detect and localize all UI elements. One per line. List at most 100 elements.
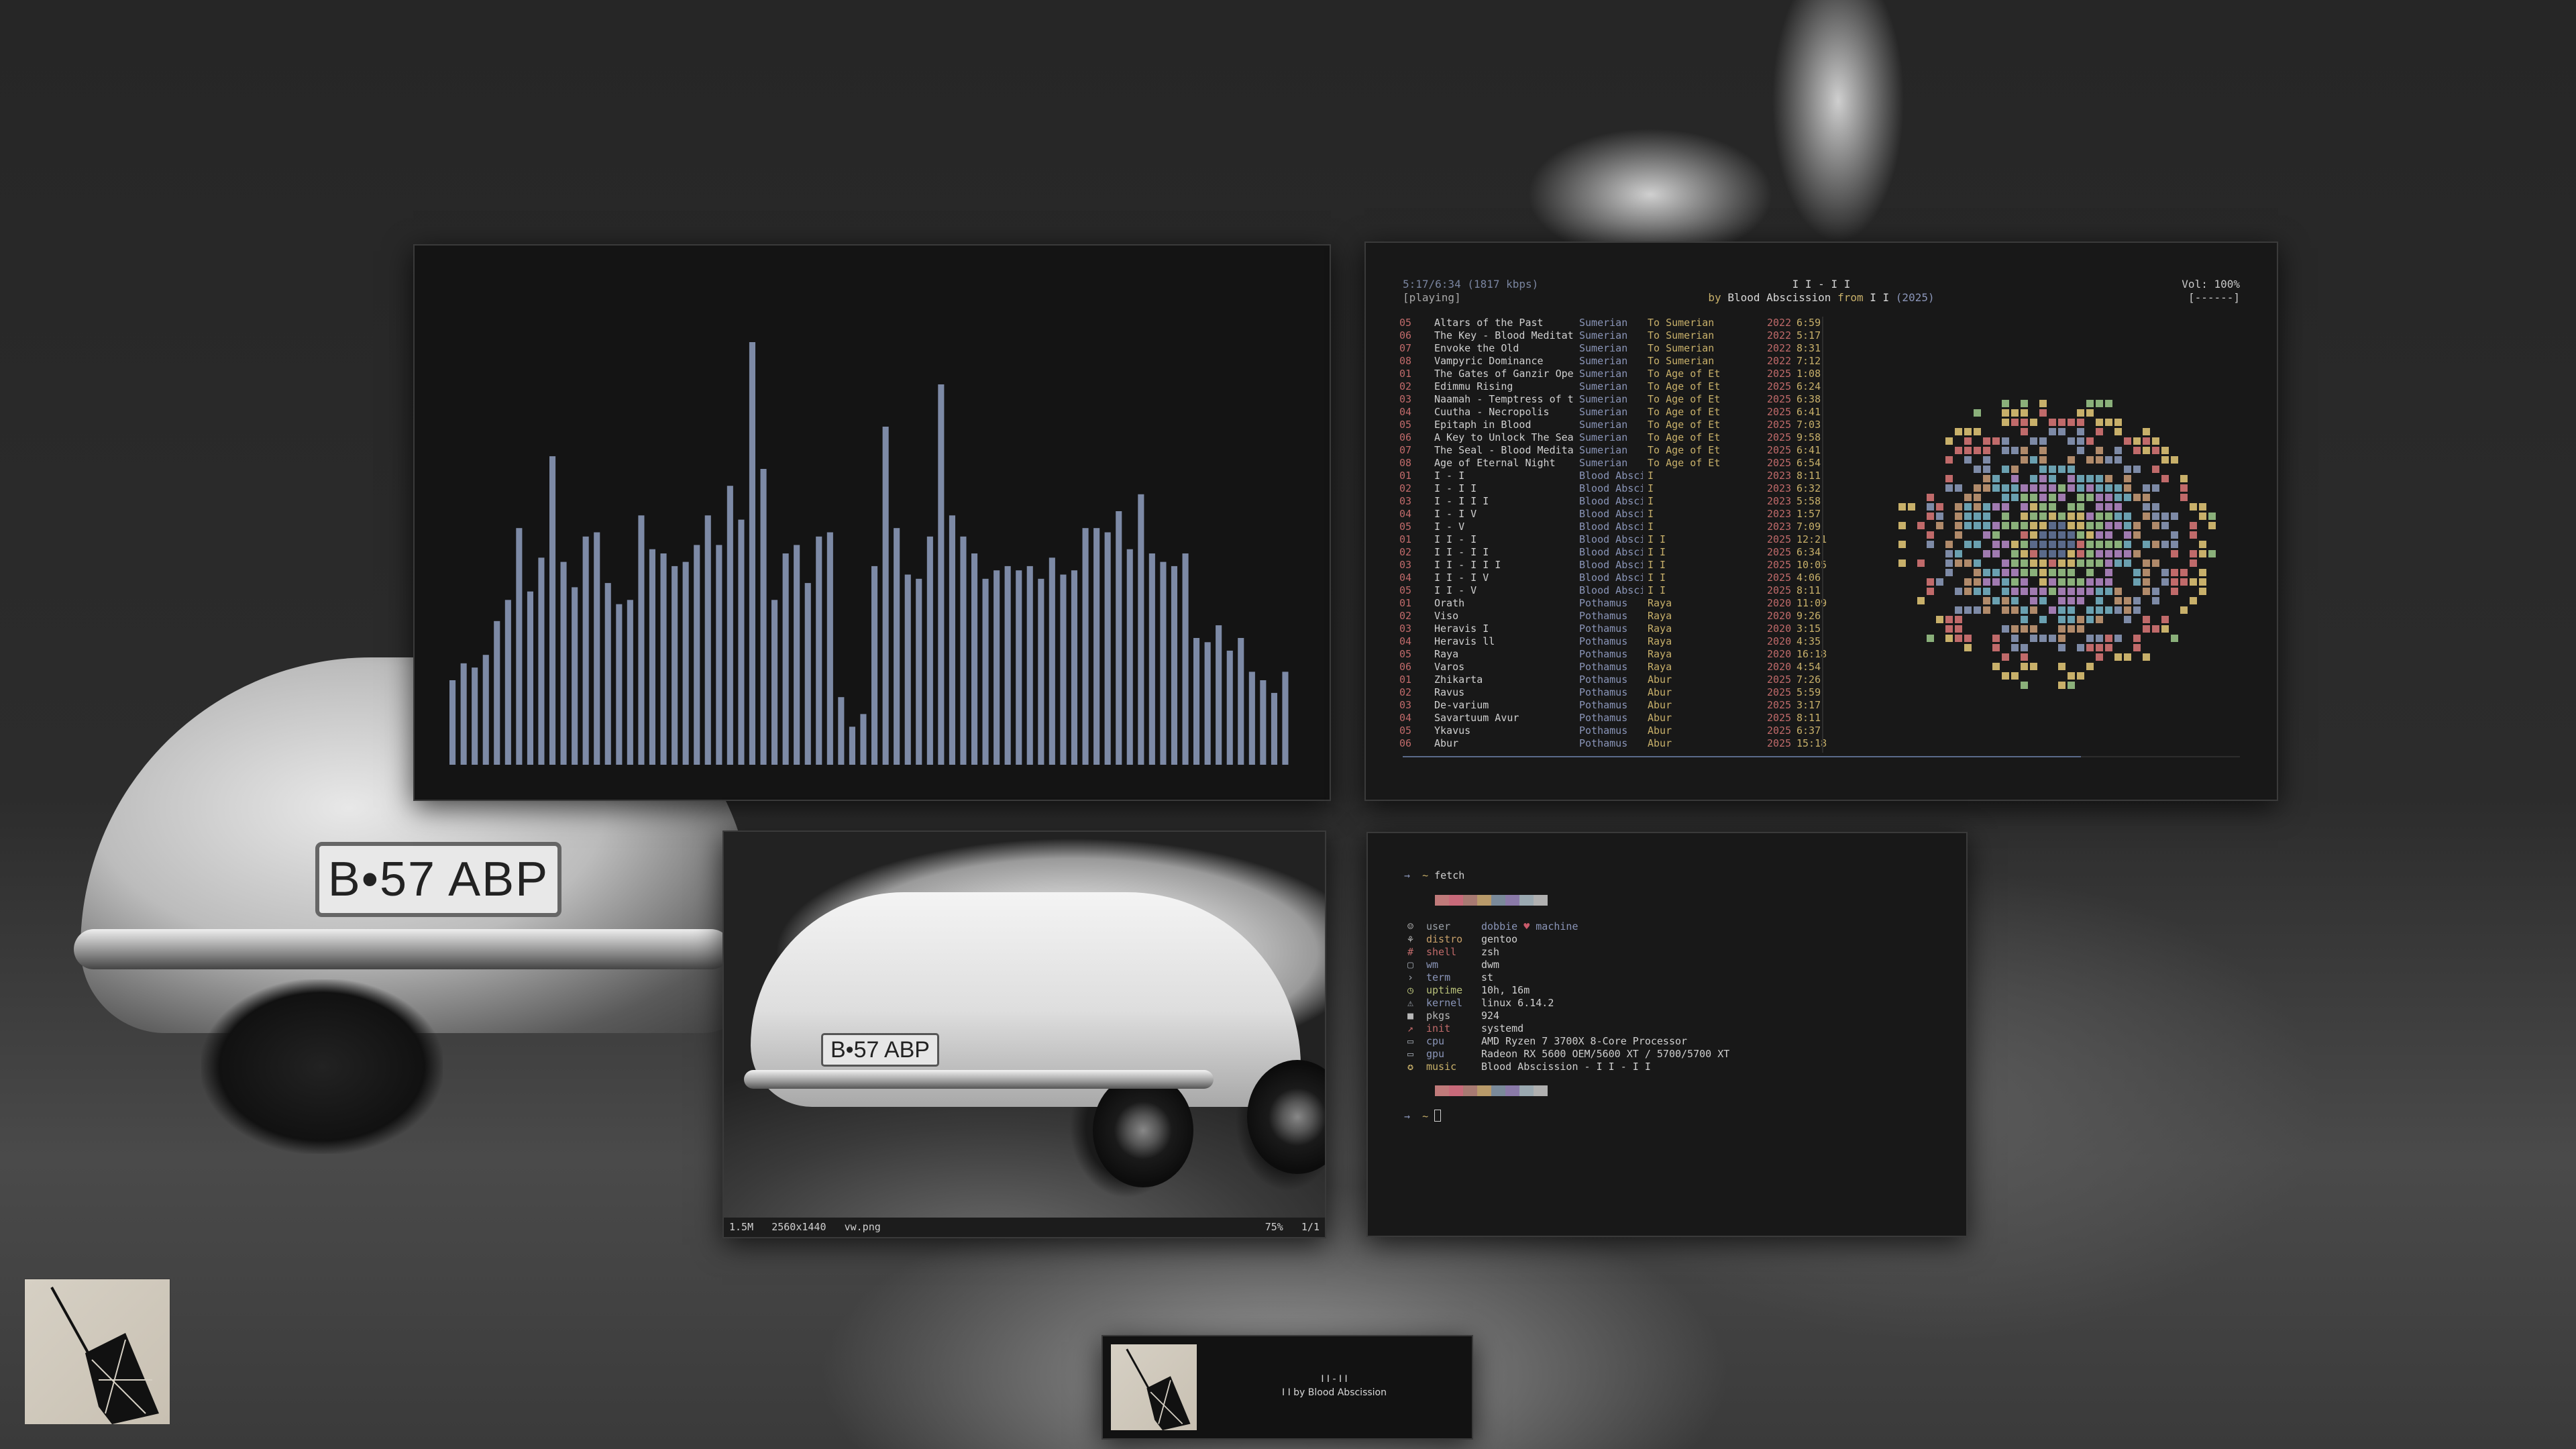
track-row[interactable]: 01 Orath Pothamus Raya 2020 11:09 — [1399, 597, 1829, 610]
album-art-pixel-cell — [2133, 437, 2141, 445]
album-art-pixel-cell — [2058, 635, 2065, 642]
kernel-icon: ⚠ — [1407, 997, 1414, 1009]
album-art-pixel-cell — [2133, 466, 2141, 473]
album-art-pixel-cell — [1927, 531, 1934, 539]
viewer-image[interactable]: B•57 ABP — [724, 832, 1325, 1218]
track-row[interactable]: 02 Edimmu Rising Sumerian To Age of Et 2025 6… — [1399, 380, 1829, 393]
album-art-pixel-cell — [2143, 616, 2150, 623]
music-player-window[interactable]: 5:17/6:34 (1817 kbps) [playing] I I - I … — [1364, 241, 2278, 801]
album-art-pixel-cell — [2171, 456, 2178, 464]
track-row[interactable]: 07 Envoke the Old Sumerian To Sumerian 2022 8… — [1399, 342, 1829, 355]
album-art-pixel-cell — [2152, 447, 2159, 454]
track-row[interactable]: 03 I - I I I Blood Absci I 2023 5:58 — [1399, 495, 1829, 508]
track-row[interactable]: 03 I I - I I I Blood Absci I I 2025 10:05 — [1399, 559, 1829, 572]
track-row[interactable]: 08 Vampyric Dominance Sumerian To Sumerian 2… — [1399, 355, 1829, 368]
color-swatches — [1435, 1085, 1548, 1096]
album-art-pixel-cell — [1983, 475, 1990, 482]
track-row[interactable]: 06 The Key - Blood Meditat Sumerian To Sume… — [1399, 329, 1829, 342]
track-row[interactable]: 01 I I - I Blood Absci I I 2025 12:21 — [1399, 533, 1829, 546]
album-art-pixel-cell — [2021, 419, 2028, 426]
album-art-thumbnail[interactable] — [24, 1279, 170, 1425]
volume-bar[interactable]: [------] — [2188, 291, 2240, 305]
album-art-pixel-cell — [2161, 522, 2169, 529]
album-art-pixel-cell — [2161, 447, 2169, 454]
color-swatch — [1477, 1085, 1491, 1096]
track-year: 2025 — [1767, 686, 1792, 698]
track-row[interactable]: 06 Abur Pothamus Abur 2025 15:18 — [1399, 737, 1829, 750]
now-playing-notification[interactable]: I I - I I I I by Blood Abscission — [1102, 1335, 1473, 1440]
track-year: 2020 — [1767, 648, 1792, 660]
color-swatch — [1435, 1085, 1449, 1096]
track-artist: Blood Absci — [1579, 482, 1643, 494]
album-art-pixel-cell — [2049, 484, 2056, 492]
track-row[interactable]: 03 De-varium Pothamus Abur 2025 3:17 — [1399, 699, 1829, 712]
color-swatch — [1534, 895, 1548, 906]
track-row[interactable]: 05 Altars of the Past Sumerian To Sumerian 2… — [1399, 317, 1829, 329]
album-art-pixel-cell — [2039, 400, 2047, 407]
track-row[interactable]: 05 I - V Blood Absci I 2023 7:09 — [1399, 521, 1829, 533]
track-row[interactable]: 02 I I - I I Blood Absci I I 2025 6:34 — [1399, 546, 1829, 559]
visualizer-bar — [1060, 574, 1067, 765]
track-row[interactable]: 03 Naamah - Temptress of t Sumerian To Age … — [1399, 393, 1829, 406]
track-number: 07 — [1399, 342, 1412, 354]
track-row[interactable]: 06 Varos Pothamus Raya 2020 4:54 — [1399, 661, 1829, 674]
prompt-line-active[interactable]: → ~ — [1404, 1110, 1442, 1123]
track-row[interactable]: 01 The Gates of Ganzir Ope Sumerian To Age … — [1399, 368, 1829, 380]
visualizer-bar — [660, 553, 667, 765]
album-art-pixel-cell — [2124, 597, 2131, 604]
track-row[interactable]: 01 Zhikarta Pothamus Abur 2025 7:26 — [1399, 674, 1829, 686]
track-row[interactable]: 05 Raya Pothamus Raya 2020 16:18 — [1399, 648, 1829, 661]
track-row[interactable]: 04 Cuutha - Necropolis Sumerian To Age of E… — [1399, 406, 1829, 419]
init-icon: ↗ — [1407, 1022, 1414, 1034]
album-art-pixel-cell — [2096, 484, 2103, 492]
track-row[interactable]: 04 Heravis ll Pothamus Raya 2020 4:35 — [1399, 635, 1829, 648]
audio-visualizer-window[interactable] — [413, 244, 1331, 801]
track-row[interactable]: 08 Age of Eternal Night Sumerian To Age of … — [1399, 457, 1829, 470]
track-row[interactable]: 04 I I - I V Blood Absci I I 2025 4:06 — [1399, 572, 1829, 584]
track-row[interactable]: 02 Ravus Pothamus Abur 2025 5:59 — [1399, 686, 1829, 699]
album-art-pixel-cell — [2124, 531, 2131, 539]
album-art-pixel-cell — [2105, 559, 2112, 567]
track-album: To Age of Et — [1648, 406, 1721, 418]
album-art-pixel-cell — [1955, 428, 1962, 435]
visualizer-bar — [971, 553, 978, 765]
album-art-pixel-cell — [1974, 484, 1981, 492]
track-row[interactable]: 05 Ykavus Pothamus Abur 2025 6:37 — [1399, 724, 1829, 737]
track-row[interactable]: 04 Savartuum Avur Pothamus Abur 2025 8:11 — [1399, 712, 1829, 724]
album-art-pixel-cell — [1964, 428, 1972, 435]
track-artist: Pothamus — [1579, 674, 1628, 686]
track-row[interactable]: 01 I - I Blood Absci I 2023 8:11 — [1399, 470, 1829, 482]
track-row[interactable]: 03 Heravis I Pothamus Raya 2020 3:15 — [1399, 623, 1829, 635]
track-album: To Age of Et — [1648, 431, 1721, 443]
progress-bar[interactable] — [1403, 756, 2240, 757]
track-title: Edimmu Rising — [1434, 380, 1513, 392]
track-number: 03 — [1399, 495, 1412, 507]
track-number: 03 — [1399, 699, 1412, 711]
track-row[interactable]: 06 A Key to Unlock The Sea Sumerian To Age … — [1399, 431, 1829, 444]
track-album: I I — [1648, 559, 1666, 571]
album-art-pixel-cell — [1955, 625, 1962, 633]
track-title: I I - V — [1434, 584, 1477, 596]
track-row[interactable]: 04 I - I V Blood Absci I 2023 1:57 — [1399, 508, 1829, 521]
track-row[interactable]: 05 Epitaph in Blood Sumerian To Age of Et 20… — [1399, 419, 1829, 431]
album-art-pixel-cell — [2058, 682, 2065, 689]
album-art-pixel-cell — [2152, 503, 2159, 511]
track-row[interactable]: 07 The Seal - Blood Medita Sumerian To Age … — [1399, 444, 1829, 457]
track-year: 2022 — [1767, 355, 1792, 367]
album-art-pixel-cell — [2021, 503, 2028, 511]
album-art-pixel-cell — [2086, 635, 2094, 642]
track-row[interactable]: 02 Viso Pothamus Raya 2020 9:26 — [1399, 610, 1829, 623]
image-viewer-window[interactable]: B•57 ABP 1.5M 2560x1440 vw.png 75% 1/1 — [722, 830, 1326, 1238]
album-art-pixel-cell — [2133, 531, 2141, 539]
album-art-pixel-cell — [2171, 513, 2178, 520]
visualizer-bar — [582, 536, 589, 765]
track-duration: 6:38 — [1796, 393, 1821, 405]
album-art-pixel-cell — [2039, 437, 2047, 445]
track-row[interactable]: 05 I I - V Blood Absci I I 2025 8:11 — [1399, 584, 1829, 597]
terminal-window[interactable]: → ~ fetch ☺ user dobbie ♥ machine ⚘ distro ge… — [1366, 832, 1968, 1237]
album-art-pixel-cell — [2039, 503, 2047, 511]
album-art-pixel-cell — [1908, 503, 1915, 511]
track-list[interactable]: 05 Altars of the Past Sumerian To Sumerian 2… — [1399, 317, 1829, 750]
track-row[interactable]: 02 I - I I Blood Absci I 2023 6:32 — [1399, 482, 1829, 495]
album-art-pixel-cell — [2011, 644, 2019, 651]
